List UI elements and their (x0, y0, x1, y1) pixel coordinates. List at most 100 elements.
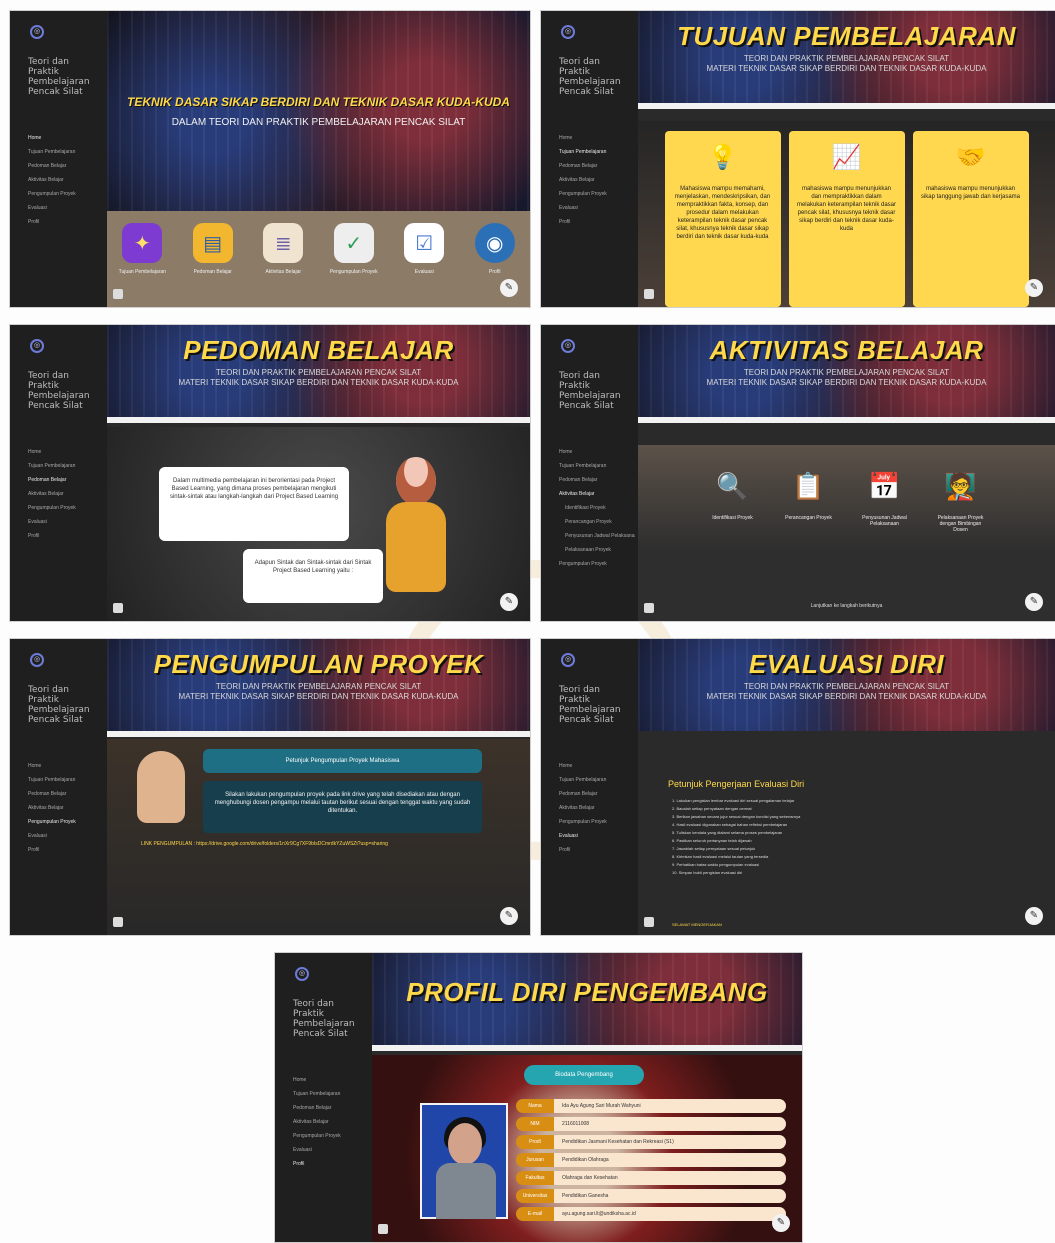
menu-card-aktivitas[interactable]: ≣ Aktivitas Belajar (255, 223, 311, 275)
site-logo-icon[interactable]: ◎ (561, 653, 575, 667)
evaluation-item: 2. Bacalah setiap pernyataan dengan cerm… (672, 806, 752, 811)
project-link[interactable]: LINK PENGUMPULAN : https://drive.google.… (141, 841, 508, 848)
sidebar-item-tujuan[interactable]: Tujuan Pembelajaran (555, 145, 635, 159)
sidebar-item-evaluasi[interactable]: Evaluasi (24, 201, 104, 215)
sidebar-item-pedoman[interactable]: Pedoman Belajar (24, 159, 104, 173)
sidebar-subitem-perancangan[interactable]: Perancangan Proyek (555, 515, 635, 529)
screen-pengumpulan: ◎ Teori dan Praktik Pembelajaran Pencak … (9, 638, 531, 936)
sidebar-subitem-pelaksanaan[interactable]: Pelaksanaan Proyek (555, 543, 635, 557)
edit-button[interactable]: ✎ (500, 279, 518, 297)
sidebar-item-profil[interactable]: Profil (289, 1157, 369, 1171)
sidebar-item-profil[interactable]: Profil (555, 215, 635, 229)
site-logo-icon[interactable]: ◎ (561, 339, 575, 353)
sidebar-item-tujuan[interactable]: Tujuan Pembelajaran (555, 459, 635, 473)
activity-item[interactable]: 📋 Perancangan Proyek (782, 465, 836, 533)
sidebar-item-tujuan[interactable]: Tujuan Pembelajaran (289, 1087, 369, 1101)
sidebar-item-aktivitas[interactable]: Aktivitas Belajar (555, 173, 635, 187)
sidebar-item-profil[interactable]: Profil (24, 843, 104, 857)
activity-item[interactable]: 📅 Penyusunan Jadwal Pelaksanaan (858, 465, 912, 533)
sidebar-item-pengumpulan[interactable]: Pengumpulan Proyek (555, 815, 635, 829)
sidebar-item-pengumpulan[interactable]: Pengumpulan Proyek (555, 557, 635, 571)
menu-card-pengumpulan[interactable]: ✓ Pengumpulan Proyek (326, 223, 382, 275)
sidebar-item-profil[interactable]: Profil (24, 529, 104, 543)
sidebar-item-pengumpulan[interactable]: Pengumpulan Proyek (24, 815, 104, 829)
site-title-line: Teori dan (559, 685, 601, 695)
edit-button[interactable]: ✎ (500, 593, 518, 611)
sidebar-item-evaluasi[interactable]: Evaluasi (24, 515, 104, 529)
sidebar-item-pedoman[interactable]: Pedoman Belajar (24, 787, 104, 801)
site-logo-icon[interactable]: ◎ (295, 967, 309, 981)
activity-item[interactable]: 🔍 Identifikasi Proyek (706, 465, 760, 533)
sidebar-item-aktivitas[interactable]: Aktivitas Belajar (555, 801, 635, 815)
sidebar-item-pedoman[interactable]: Pedoman Belajar (555, 159, 635, 173)
site-logo-icon[interactable]: ◎ (561, 25, 575, 39)
page-control-icon[interactable] (644, 289, 654, 299)
sidebar-item-pedoman[interactable]: Pedoman Belajar (555, 473, 635, 487)
sidebar-item-evaluasi[interactable]: Evaluasi (24, 829, 104, 843)
sidebar-item-home[interactable]: Home (555, 131, 635, 145)
evaluation-heading: Petunjuk Pengerjaan Evaluasi Diri (668, 779, 805, 789)
sidebar-item-home[interactable]: Home (24, 445, 104, 459)
edit-button[interactable]: ✎ (1025, 907, 1043, 925)
activity-item[interactable]: 🧑‍🏫 Pelaksanaan Proyek dengan Bimbingan … (934, 465, 988, 533)
site-title: Teori dan Praktik Pembelajaran Pencak Si… (28, 685, 100, 725)
menu-card-evaluasi[interactable]: ☑ Evaluasi (396, 223, 452, 275)
page-control-icon[interactable] (113, 603, 123, 613)
edit-button[interactable]: ✎ (772, 1214, 790, 1232)
main-content: PROFIL DIRI PENGEMBANG Biodata Pengemban… (372, 953, 802, 1242)
sidebar-item-tujuan[interactable]: Tujuan Pembelajaran (24, 145, 104, 159)
menu-card-tujuan[interactable]: ✦ Tujuan Pembelajaran (114, 223, 170, 275)
edit-button[interactable]: ✎ (500, 907, 518, 925)
sidebar-item-pedoman[interactable]: Pedoman Belajar (24, 473, 104, 487)
sidebar-item-pedoman[interactable]: Pedoman Belajar (289, 1101, 369, 1115)
site-logo-icon[interactable]: ◎ (30, 25, 44, 39)
page-control-icon[interactable] (644, 603, 654, 613)
sidebar-item-home[interactable]: Home (289, 1073, 369, 1087)
sidebar-item-aktivitas[interactable]: Aktivitas Belajar (289, 1115, 369, 1129)
site-logo-icon[interactable]: ◎ (30, 339, 44, 353)
page-subtitle: TEORI DAN PRAKTIK PEMBELAJARAN PENCAK SI… (215, 368, 422, 377)
sidebar-item-tujuan[interactable]: Tujuan Pembelajaran (24, 773, 104, 787)
menu-card-label: Pedoman Belajar (193, 269, 232, 275)
sidebar-item-profil[interactable]: Profil (24, 215, 104, 229)
page-control-icon[interactable] (113, 917, 123, 927)
page-control-icon[interactable] (378, 1224, 388, 1234)
page-subtitle: MATERI TEKNIK DASAR SIKAP BERDIRI DAN TE… (706, 64, 987, 73)
sidebar-item-aktivitas[interactable]: Aktivitas Belajar (24, 801, 104, 815)
project-link-value[interactable]: https://drive.google.com/drive/folders/1… (196, 841, 388, 847)
sidebar-subitem-jadwal[interactable]: Penyusunan Jadwal Pelaksanaan (555, 529, 635, 543)
page-control-icon[interactable] (644, 917, 654, 927)
clipboard-icon: 📋 (792, 471, 825, 501)
sidebar-subitem-identifikasi[interactable]: Identifikasi Proyek (555, 501, 635, 515)
sidebar-item-pedoman[interactable]: Pedoman Belajar (555, 787, 635, 801)
page-banner: PEDOMAN BELAJAR TEORI DAN PRAKTIK PEMBEL… (107, 325, 530, 417)
sidebar-nav: Home Tujuan Pembelajaran Pedoman Belajar… (24, 445, 104, 543)
profile-badge: Biodata Pengembang (524, 1065, 644, 1085)
edit-button[interactable]: ✎ (1025, 593, 1043, 611)
page-control-icon[interactable] (113, 289, 123, 299)
sidebar-item-aktivitas[interactable]: Aktivitas Belajar (555, 487, 635, 501)
sidebar-item-evaluasi[interactable]: Evaluasi (555, 201, 635, 215)
sidebar-item-home[interactable]: Home (24, 759, 104, 773)
sidebar-item-pengumpulan[interactable]: Pengumpulan Proyek (24, 187, 104, 201)
edit-button[interactable]: ✎ (1025, 279, 1043, 297)
stack-books-icon: ≣ (263, 223, 304, 263)
menu-card-profil[interactable]: ◉ Profil (467, 223, 523, 275)
sidebar-item-pengumpulan[interactable]: Pengumpulan Proyek (555, 187, 635, 201)
sidebar-item-home[interactable]: Home (555, 759, 635, 773)
sidebar-item-evaluasi[interactable]: Evaluasi (289, 1143, 369, 1157)
sidebar-item-aktivitas[interactable]: Aktivitas Belajar (24, 487, 104, 501)
sidebar-item-pengumpulan[interactable]: Pengumpulan Proyek (24, 501, 104, 515)
sidebar-item-tujuan[interactable]: Tujuan Pembelajaran (555, 773, 635, 787)
sidebar-item-tujuan[interactable]: Tujuan Pembelajaran (24, 459, 104, 473)
site-logo-icon[interactable]: ◎ (30, 653, 44, 667)
sidebar-item-evaluasi[interactable]: Evaluasi (555, 829, 635, 843)
menu-card-pedoman[interactable]: ▤ Pedoman Belajar (185, 223, 241, 275)
sidebar-item-home[interactable]: Home (24, 131, 104, 145)
sidebar-item-home[interactable]: Home (555, 445, 635, 459)
sidebar-item-pengumpulan[interactable]: Pengumpulan Proyek (289, 1129, 369, 1143)
screen-tujuan: ◎ Teori dan Praktik Pembelajaran Pencak … (540, 10, 1055, 308)
page-subtitle: MATERI TEKNIK DASAR SIKAP BERDIRI DAN TE… (706, 378, 987, 387)
sidebar-item-aktivitas[interactable]: Aktivitas Belajar (24, 173, 104, 187)
sidebar-item-profil[interactable]: Profil (555, 843, 635, 857)
